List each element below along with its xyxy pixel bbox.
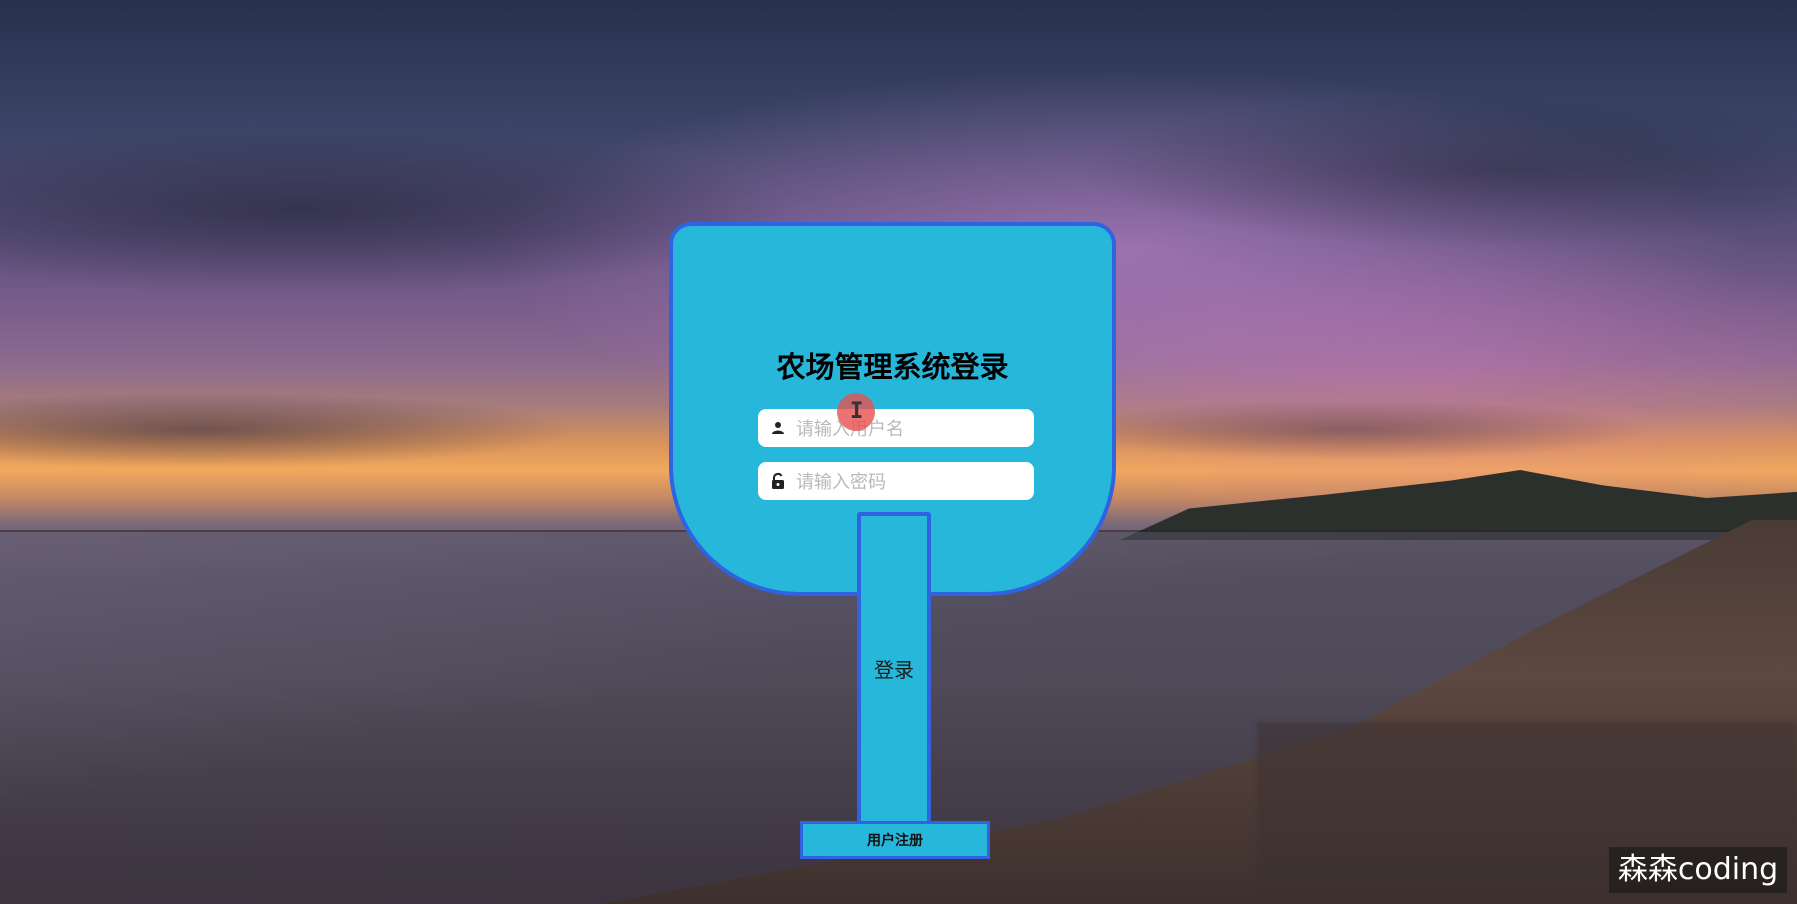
username-input[interactable] <box>794 409 1028 449</box>
login-button[interactable]: 登录 <box>857 512 931 825</box>
watermark-label: 森森coding <box>1609 847 1787 893</box>
user-icon <box>768 418 788 438</box>
register-button[interactable]: 用户注册 <box>800 821 990 859</box>
page-title: 农场管理系统登录 <box>776 350 1009 384</box>
password-field[interactable] <box>758 462 1034 502</box>
text-cursor-icon: I <box>850 399 864 424</box>
password-input[interactable] <box>794 462 1028 502</box>
username-field[interactable] <box>758 409 1034 449</box>
background-scene: 农场管理系统登录 I 登录 用户注册 森森codi <box>0 0 1797 904</box>
lock-icon <box>768 471 788 491</box>
